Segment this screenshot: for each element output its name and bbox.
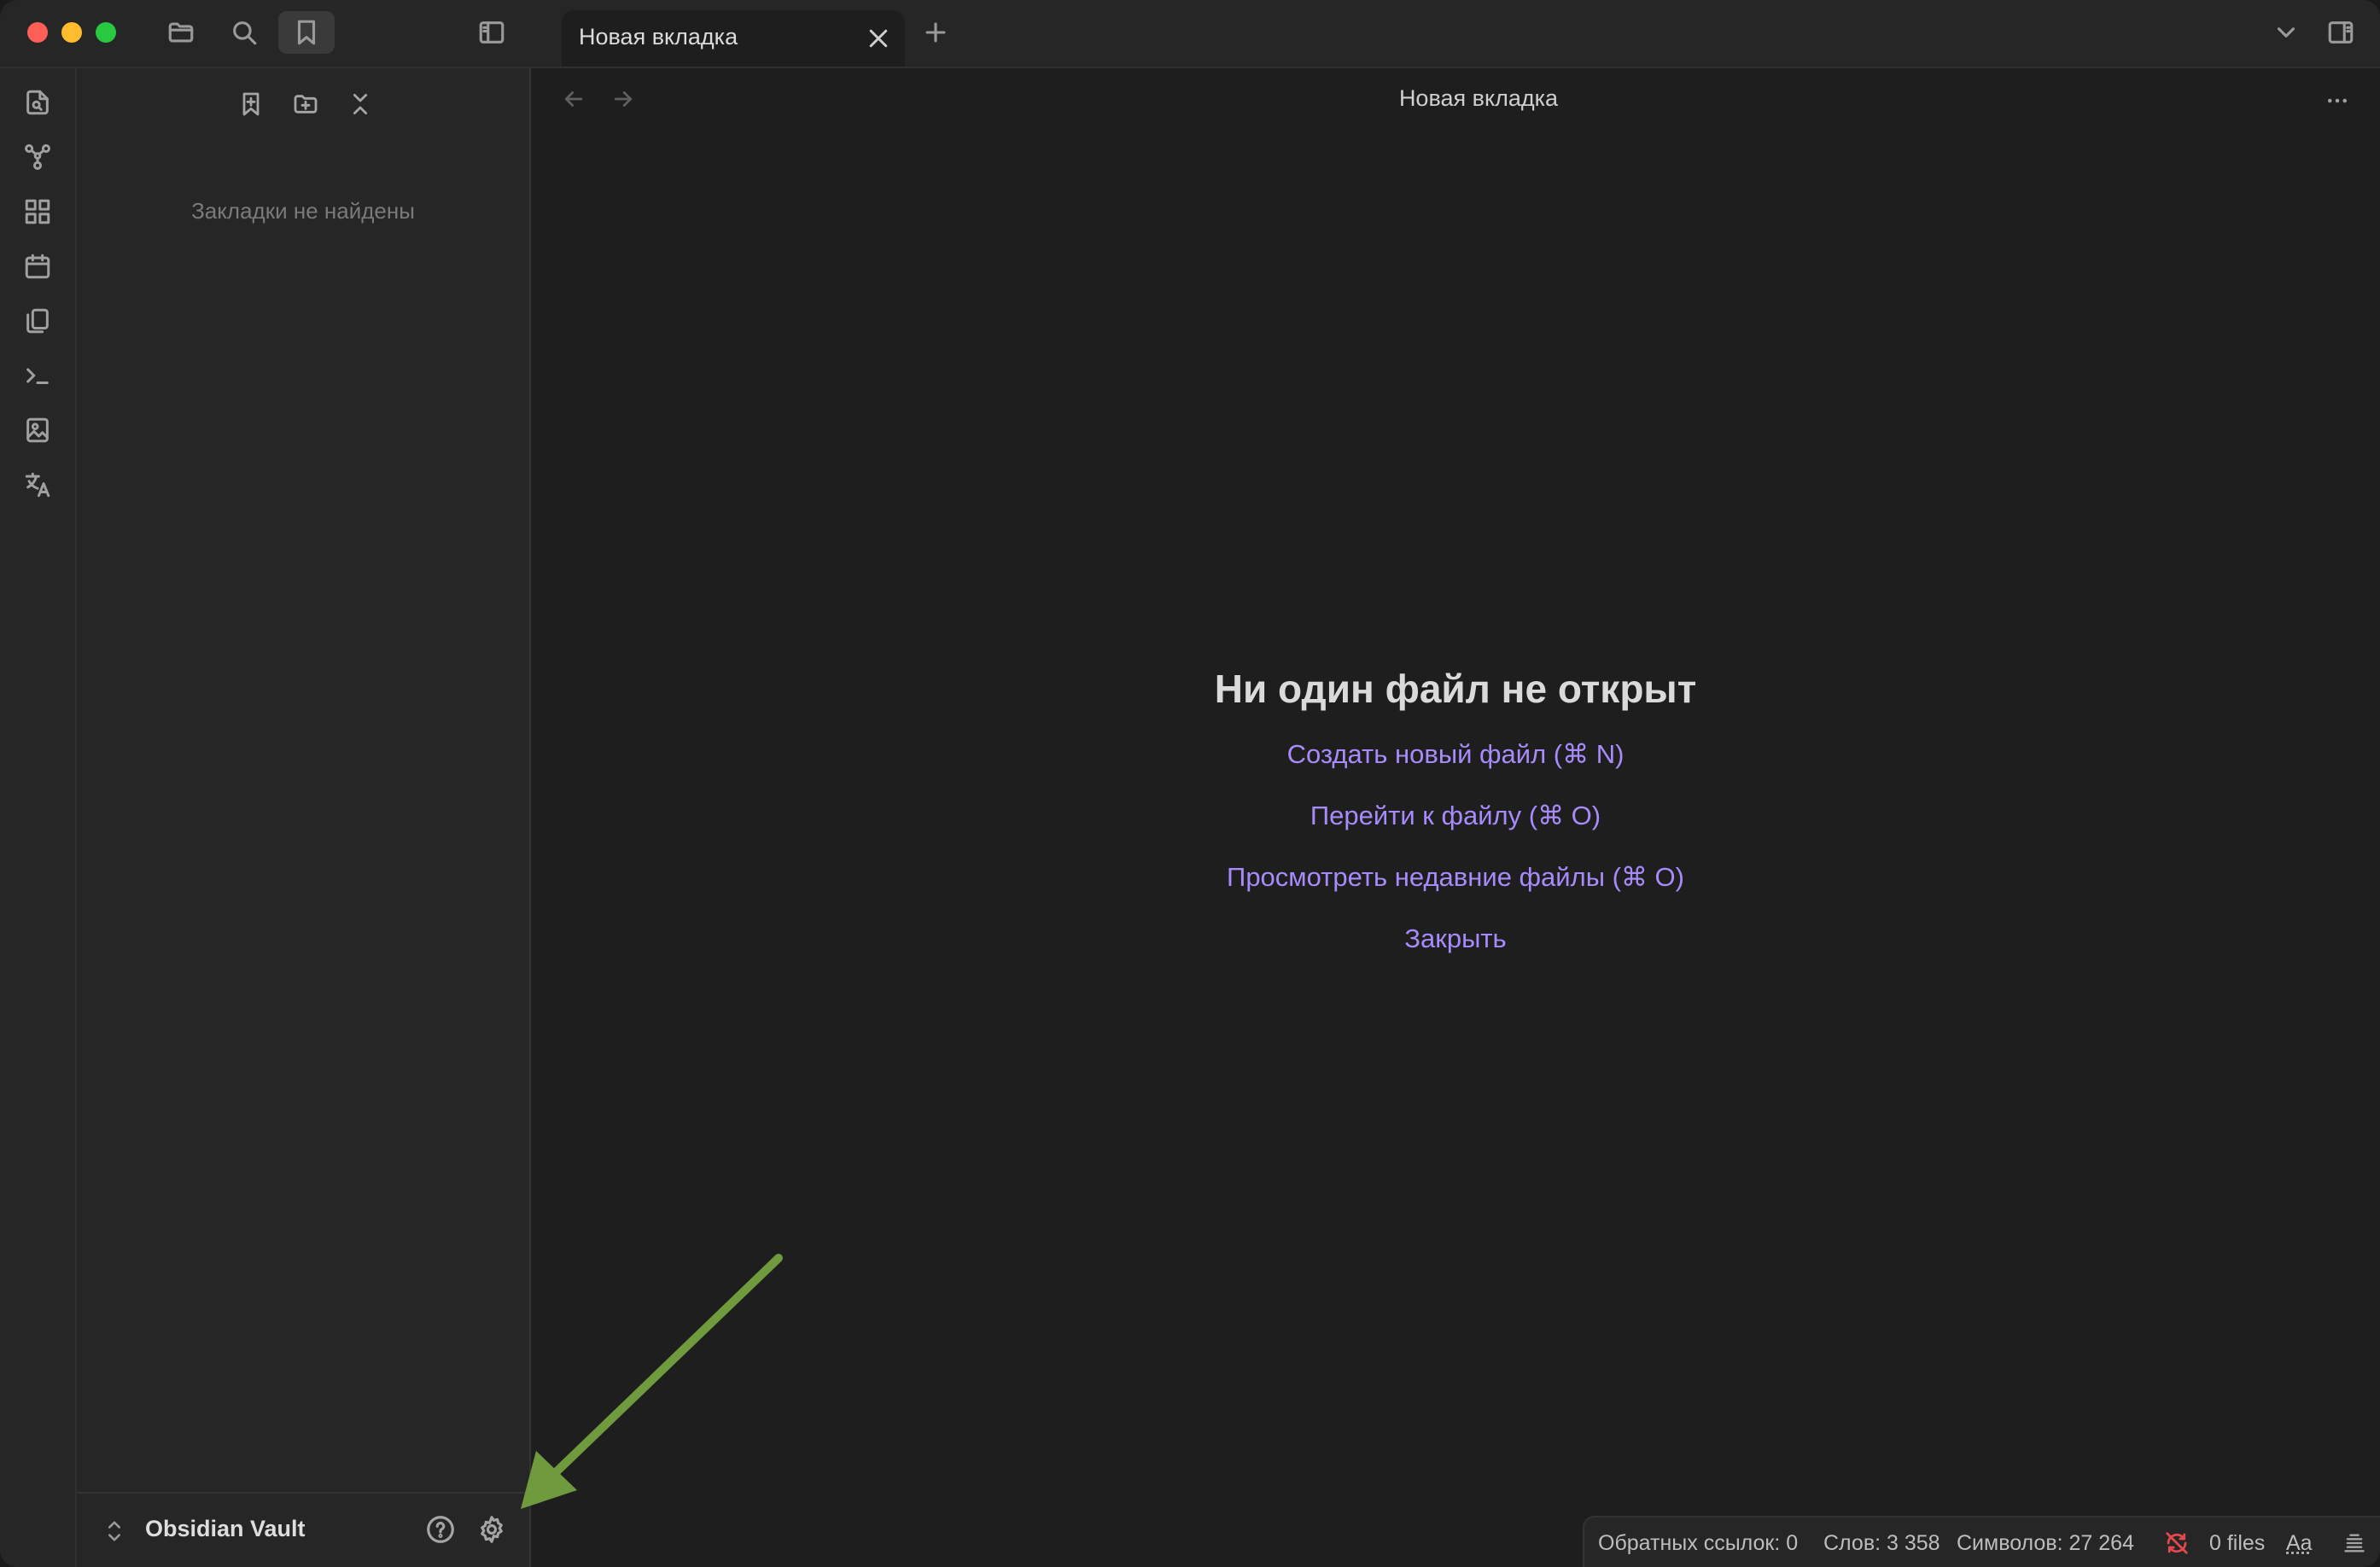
empty-state: Ни один файл не открыт Создать новый фай…	[531, 666, 2380, 985]
image-icon[interactable]	[19, 411, 56, 449]
gear-icon[interactable]	[475, 1512, 509, 1547]
close-link[interactable]: Закрыть	[531, 923, 2380, 954]
sync-off-icon[interactable]	[2161, 1528, 2192, 1558]
folder-icon[interactable]	[162, 14, 200, 51]
new-folder-icon[interactable]	[287, 85, 324, 123]
close-window-button[interactable]	[27, 22, 48, 43]
empty-state-title: Ни один файл не открыт	[1214, 667, 1697, 711]
collapse-all-icon[interactable]	[341, 85, 379, 123]
list-icon[interactable]	[2339, 1528, 2370, 1558]
recent-files-link[interactable]: Просмотреть недавние файлы (⌘ O)	[531, 862, 2380, 893]
main-view: Новая вкладка Ни один файл не открыт Соз…	[531, 68, 2380, 1567]
status-bar: Обратных ссылок: 0 Слов: 3 358 Символов:…	[1583, 1516, 2380, 1567]
canvas-icon[interactable]	[19, 193, 56, 230]
help-icon[interactable]	[423, 1512, 458, 1547]
char-count: Символов: 27 264	[1957, 1531, 2134, 1555]
zoom-window-button[interactable]	[96, 22, 116, 43]
files-count[interactable]: 0 files	[2209, 1531, 2265, 1556]
chevron-down-icon[interactable]	[2267, 14, 2305, 51]
tab-new[interactable]: Новая вкладка	[562, 10, 905, 67]
vault-name[interactable]: Obsidian Vault	[145, 1516, 306, 1542]
calendar-icon[interactable]	[19, 248, 56, 285]
create-new-file-link[interactable]: Создать новый файл (⌘ N)	[531, 739, 2380, 770]
bookmarks-sidebar: Закладки не найдены Obsidian Vault	[77, 68, 531, 1567]
word-count: Слов: 3 358	[1823, 1531, 1940, 1555]
minimize-window-button[interactable]	[61, 22, 82, 43]
terminal-icon[interactable]	[19, 357, 56, 394]
templates-icon[interactable]	[19, 302, 56, 340]
plus-icon[interactable]	[917, 14, 954, 51]
app-window: Новая вкладка Закладки не найдены Obsidi…	[0, 0, 2380, 1567]
vault-switch-icon[interactable]	[102, 1517, 126, 1545]
close-icon[interactable]	[866, 26, 891, 51]
go-to-file-link[interactable]: Перейти к файлу (⌘ O)	[531, 801, 2380, 831]
graph-icon[interactable]	[19, 138, 56, 176]
search-icon[interactable]	[225, 14, 263, 51]
left-ribbon	[0, 68, 77, 1567]
font-toggle[interactable]: Aa	[2286, 1531, 2313, 1556]
tab-title: Новая вкладка	[579, 24, 738, 50]
add-bookmark-icon[interactable]	[232, 85, 270, 123]
view-title: Новая вкладка	[1398, 85, 1559, 111]
new-note-icon[interactable]	[19, 84, 56, 121]
more-options-icon[interactable]	[2320, 84, 2354, 118]
sidebar-toggle-icon[interactable]	[473, 14, 510, 51]
right-sidebar-icon[interactable]	[2322, 14, 2360, 51]
title-bar: Новая вкладка	[0, 0, 2380, 68]
empty-bookmarks-message: Закладки не найдены	[191, 198, 415, 224]
vault-footer: Obsidian Vault	[77, 1492, 529, 1567]
bookmark-icon[interactable]	[278, 11, 335, 54]
backlinks-count[interactable]: Обратных ссылок: 0	[1598, 1531, 1798, 1556]
translate-icon[interactable]	[19, 466, 56, 504]
